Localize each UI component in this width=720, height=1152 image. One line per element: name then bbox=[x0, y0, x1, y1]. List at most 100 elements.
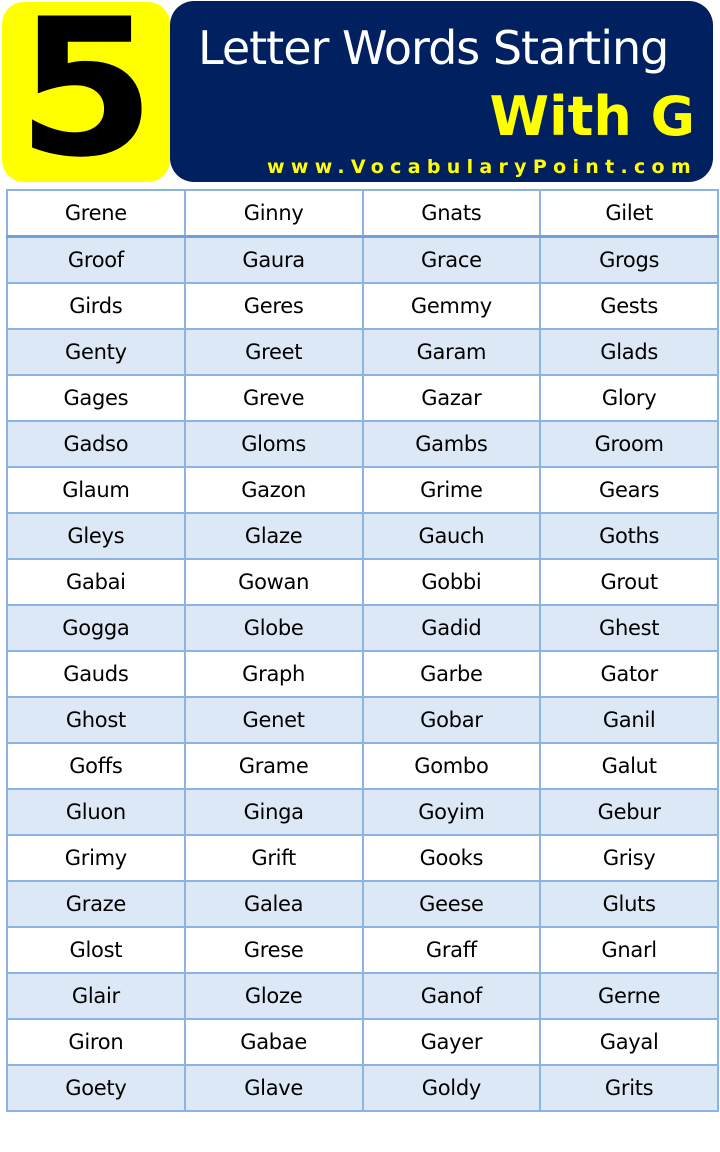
table-row: Gabai Gowan Gobbi Grout bbox=[6, 558, 719, 606]
table-row: Gogga Globe Gadid Ghest bbox=[6, 604, 719, 652]
word-cell: Goffs bbox=[6, 742, 186, 790]
word-cell: Geese bbox=[361, 880, 542, 928]
word-cell: Galea bbox=[183, 880, 364, 928]
word-cell: Genet bbox=[183, 696, 364, 744]
table-row: Giron Gabae Gayer Gayal bbox=[6, 1018, 719, 1066]
word-cell: Gooks bbox=[361, 834, 542, 882]
table-row: Gauds Graph Garbe Gator bbox=[6, 650, 719, 698]
word-cell: Grisy bbox=[539, 834, 719, 882]
word-cell: Gobbi bbox=[361, 558, 542, 606]
page-subtitle: With G bbox=[489, 85, 695, 148]
word-cell: Genty bbox=[6, 328, 186, 376]
word-cell: Groom bbox=[539, 420, 719, 468]
word-cell: Gayal bbox=[539, 1018, 719, 1066]
table-row: Glost Grese Graff Gnarl bbox=[6, 926, 719, 974]
word-cell: Glaze bbox=[183, 512, 364, 560]
word-cell: Gator bbox=[539, 650, 719, 698]
word-cell: Gayer bbox=[361, 1018, 542, 1066]
table-row: Gleys Glaze Gauch Goths bbox=[6, 512, 719, 560]
word-cell: Gabai bbox=[6, 558, 186, 606]
title-banner: Letter Words Starting With G www.Vocabul… bbox=[170, 1, 713, 182]
word-cell: Gazon bbox=[183, 466, 364, 514]
table-row: Glaum Gazon Grime Gears bbox=[6, 466, 719, 514]
word-cell: Glair bbox=[6, 972, 186, 1020]
word-cell: Geres bbox=[183, 282, 364, 330]
word-cell: Goyim bbox=[361, 788, 542, 836]
word-cell: Gadso bbox=[6, 420, 186, 468]
word-cell: Grimy bbox=[6, 834, 186, 882]
word-cell: Ginga bbox=[183, 788, 364, 836]
word-cell: Gleys bbox=[6, 512, 186, 560]
word-cell: Ghest bbox=[539, 604, 719, 652]
word-cell: Gluts bbox=[539, 880, 719, 928]
word-cell: Gombo bbox=[361, 742, 542, 790]
word-cell: Greve bbox=[183, 374, 364, 422]
word-cell: Giron bbox=[6, 1018, 186, 1066]
word-cell: Grogs bbox=[539, 235, 719, 284]
word-cell: Gilet bbox=[539, 189, 719, 238]
word-cell: Gauds bbox=[6, 650, 186, 698]
word-cell: Gobar bbox=[361, 696, 542, 744]
word-table: Grene Ginny Gnats Gilet Groof Gaura Grace Grogs… bbox=[6, 189, 719, 1112]
word-cell: Gloze bbox=[183, 972, 364, 1020]
word-cell: Gemmy bbox=[361, 282, 542, 330]
word-cell: Gebur bbox=[539, 788, 719, 836]
word-cell: Ganof bbox=[361, 972, 542, 1020]
word-cell: Graff bbox=[361, 926, 542, 974]
word-cell: Grout bbox=[539, 558, 719, 606]
word-cell: Gests bbox=[539, 282, 719, 330]
word-cell: Greet bbox=[183, 328, 364, 376]
table-row: Grene Ginny Gnats Gilet bbox=[6, 189, 719, 238]
word-cell: Gerne bbox=[539, 972, 719, 1020]
table-row: Grimy Grift Gooks Grisy bbox=[6, 834, 719, 882]
word-cell: Grame bbox=[183, 742, 364, 790]
word-cell: Ginny bbox=[183, 189, 364, 238]
word-cell: Globe bbox=[183, 604, 364, 652]
word-cell: Garam bbox=[361, 328, 542, 376]
word-cell: Gabae bbox=[183, 1018, 364, 1066]
word-cell: Grift bbox=[183, 834, 364, 882]
table-row: Goffs Grame Gombo Galut bbox=[6, 742, 719, 790]
table-row: Graze Galea Geese Gluts bbox=[6, 880, 719, 928]
word-cell: Grese bbox=[183, 926, 364, 974]
word-cell: Grace bbox=[361, 235, 542, 284]
word-cell: Gloms bbox=[183, 420, 364, 468]
site-url: www.VocabularyPoint.com bbox=[266, 156, 697, 178]
table-row: Glair Gloze Ganof Gerne bbox=[6, 972, 719, 1020]
table-row: Groof Gaura Grace Grogs bbox=[6, 235, 719, 284]
word-cell: Gadid bbox=[361, 604, 542, 652]
word-cell: Gnarl bbox=[539, 926, 719, 974]
table-row: Genty Greet Garam Glads bbox=[6, 328, 719, 376]
number-badge: 5 bbox=[2, 0, 170, 199]
word-cell: Ghost bbox=[6, 696, 186, 744]
table-row: Girds Geres Gemmy Gests bbox=[6, 282, 719, 330]
word-cell: Graph bbox=[183, 650, 364, 698]
word-cell: Glaum bbox=[6, 466, 186, 514]
word-cell: Grits bbox=[539, 1064, 719, 1112]
word-table-body: Grene Ginny Gnats Gilet Groof Gaura Grace Grogs… bbox=[6, 189, 719, 1112]
table-row: Gluon Ginga Goyim Gebur bbox=[6, 788, 719, 836]
word-cell: Gnats bbox=[361, 189, 542, 238]
badge-number: 5 bbox=[16, 0, 156, 199]
word-cell: Goldy bbox=[361, 1064, 542, 1112]
word-cell: Graze bbox=[6, 880, 186, 928]
word-cell: Gaura bbox=[183, 235, 364, 284]
word-cell: Gluon bbox=[6, 788, 186, 836]
word-cell: Ganil bbox=[539, 696, 719, 744]
word-cell: Glost bbox=[6, 926, 186, 974]
word-cell: Gowan bbox=[183, 558, 364, 606]
word-cell: Gages bbox=[6, 374, 186, 422]
word-cell: Grime bbox=[361, 466, 542, 514]
word-cell: Glory bbox=[539, 374, 719, 422]
word-cell: Goths bbox=[539, 512, 719, 560]
word-cell: Gauch bbox=[361, 512, 542, 560]
word-cell: Gambs bbox=[361, 420, 542, 468]
table-row: Goety Glave Goldy Grits bbox=[6, 1064, 719, 1112]
word-cell: Gears bbox=[539, 466, 719, 514]
word-cell: Glave bbox=[183, 1064, 364, 1112]
word-cell: Grene bbox=[6, 189, 186, 238]
word-cell: Groof bbox=[6, 235, 186, 284]
word-cell: Girds bbox=[6, 282, 186, 330]
table-row: Ghost Genet Gobar Ganil bbox=[6, 696, 719, 744]
table-row: Gadso Gloms Gambs Groom bbox=[6, 420, 719, 468]
